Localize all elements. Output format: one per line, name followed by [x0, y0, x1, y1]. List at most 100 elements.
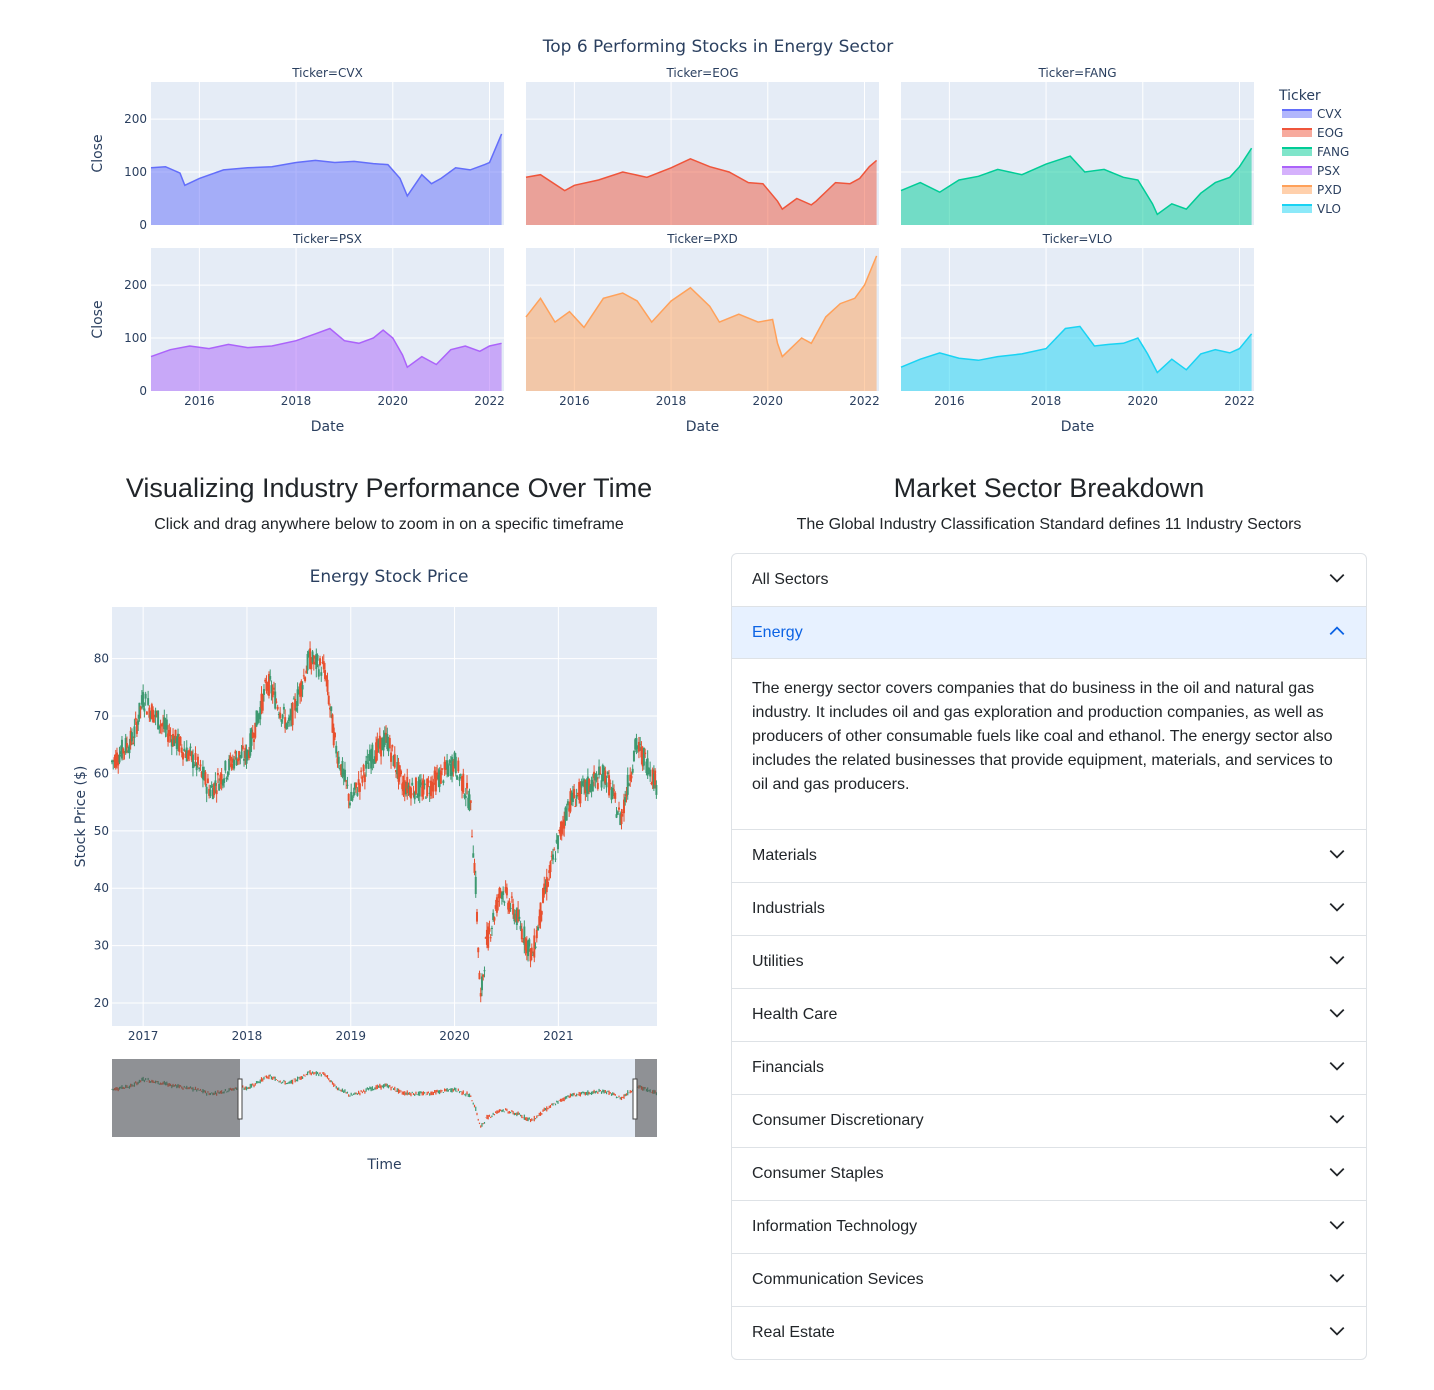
- candle-body: [432, 782, 435, 792]
- chevron-down-icon: [1328, 569, 1346, 592]
- rangeslider-handle-left[interactable]: [237, 1078, 243, 1120]
- candle-body: [618, 807, 621, 810]
- candle-body: [348, 802, 351, 806]
- candle-body: [165, 719, 168, 730]
- candle-body: [346, 784, 349, 786]
- candle-body: [138, 702, 141, 719]
- chevron-down-icon: [1328, 1004, 1346, 1027]
- energy-stock-price-chart[interactable]: Energy Stock Price 2017 2018 2019 2020 2021 20…: [60, 555, 680, 1185]
- candle-body: [210, 785, 213, 788]
- x-axis-title: Date: [1061, 419, 1094, 435]
- candle-body: [508, 901, 511, 912]
- accordion-header-energy[interactable]: Energy: [732, 607, 1366, 659]
- subplot-title: Ticker=CVX: [291, 66, 363, 80]
- plot-background[interactable]: [112, 607, 657, 1026]
- candle-body: [305, 670, 308, 674]
- candle-body: [533, 935, 536, 958]
- candle-body: [474, 876, 477, 895]
- candle-body: [188, 750, 191, 756]
- legend-item-cvx[interactable]: CVX: [1282, 107, 1342, 121]
- candle-body: [325, 675, 328, 680]
- candle-body: [335, 745, 338, 754]
- accordion-header-consumer-staples[interactable]: Consumer Staples: [732, 1148, 1366, 1200]
- candle-body: [556, 835, 559, 850]
- candle-body: [518, 916, 521, 919]
- candle-body: [316, 654, 319, 661]
- candle-body: [654, 770, 657, 785]
- candle-body: [509, 907, 512, 910]
- accordion-label: Consumer Staples: [752, 1165, 884, 1182]
- candle-body: [366, 756, 369, 758]
- candle-body: [482, 974, 485, 977]
- candle-body: [528, 939, 531, 947]
- candle-body: [193, 764, 196, 767]
- accordion-label: Industrials: [752, 900, 825, 917]
- candle-body: [620, 814, 623, 825]
- y-tick-label: 0: [139, 384, 147, 398]
- candle-body: [133, 726, 136, 738]
- candle-body: [613, 789, 616, 791]
- legend-item-psx[interactable]: PSX: [1282, 164, 1340, 178]
- candle-body: [304, 677, 307, 682]
- y-axis-title: Close: [90, 134, 106, 172]
- legend-item-fang[interactable]: FANG: [1282, 145, 1349, 159]
- accordion-header-health-care[interactable]: Health Care: [732, 989, 1366, 1041]
- candle-body: [388, 738, 391, 748]
- accordion-header-all-sectors[interactable]: All Sectors: [732, 554, 1366, 606]
- candle-body: [229, 755, 232, 761]
- chevron-down-icon: [1328, 1057, 1346, 1080]
- candle-body: [262, 689, 265, 695]
- candle-body: [295, 707, 298, 711]
- candle-body: [611, 787, 614, 797]
- top-performers-chart: Top 6 Performing Stocks in Energy Sector…: [90, 37, 1349, 435]
- candle-body: [259, 707, 262, 720]
- subplot-title: Ticker=VLO: [1042, 232, 1113, 246]
- accordion-item: Health Care: [732, 988, 1366, 1041]
- candle-body: [411, 782, 414, 786]
- candle-body: [311, 651, 314, 663]
- y-tick-label: 200: [124, 278, 147, 292]
- legend-item-vlo[interactable]: VLO: [1282, 202, 1341, 216]
- accordion-header-utilities[interactable]: Utilities: [732, 936, 1366, 988]
- candle-body: [122, 748, 125, 754]
- legend-item-eog[interactable]: EOG: [1282, 126, 1343, 140]
- candle-body: [180, 747, 183, 754]
- x-axis-title: Date: [686, 419, 719, 435]
- accordion-header-industrials[interactable]: Industrials: [732, 883, 1366, 935]
- candle-body: [306, 653, 309, 671]
- chevron-down-icon: [1328, 1110, 1346, 1133]
- candle-body: [282, 707, 285, 710]
- accordion-header-financials[interactable]: Financials: [732, 1042, 1366, 1094]
- candle-body: [117, 762, 120, 766]
- rangeslider-handle-right[interactable]: [632, 1078, 638, 1120]
- candle-body: [224, 760, 227, 771]
- candle-body: [616, 811, 619, 815]
- accordion-header-communication-sevices[interactable]: Communication Sevices: [732, 1254, 1366, 1306]
- legend-swatch: [1282, 205, 1312, 213]
- accordion-item: All Sectors: [732, 554, 1366, 606]
- candle-body: [272, 687, 275, 690]
- x-tick-label: 2020: [439, 1029, 470, 1043]
- x-tick-label: 2018: [281, 394, 312, 408]
- candle-body: [205, 786, 208, 794]
- legend-item-pxd[interactable]: PXD: [1282, 183, 1342, 197]
- candle-body: [271, 691, 274, 698]
- accordion-header-information-technology[interactable]: Information Technology: [732, 1201, 1366, 1253]
- accordion-item: Industrials: [732, 882, 1366, 935]
- y-tick-label: 100: [124, 331, 147, 345]
- chevron-down-icon: [1328, 1216, 1346, 1239]
- legend-label: FANG: [1317, 145, 1349, 159]
- candle-body: [365, 760, 368, 769]
- x-tick-label: 2022: [849, 394, 880, 408]
- x-tick-label: 2019: [335, 1029, 366, 1043]
- subplot-title: Ticker=PXD: [666, 232, 737, 246]
- candle-body: [477, 947, 480, 953]
- candle-body: [599, 773, 602, 775]
- candle-body: [274, 691, 277, 709]
- accordion-header-real-estate[interactable]: Real Estate: [732, 1307, 1366, 1359]
- candle-body: [631, 768, 634, 773]
- accordion-header-materials[interactable]: Materials: [732, 830, 1366, 882]
- accordion-header-consumer-discretionary[interactable]: Consumer Discretionary: [732, 1095, 1366, 1147]
- accordion-item: Energy The energy sector covers companies…: [732, 606, 1366, 829]
- candle-body: [169, 734, 172, 737]
